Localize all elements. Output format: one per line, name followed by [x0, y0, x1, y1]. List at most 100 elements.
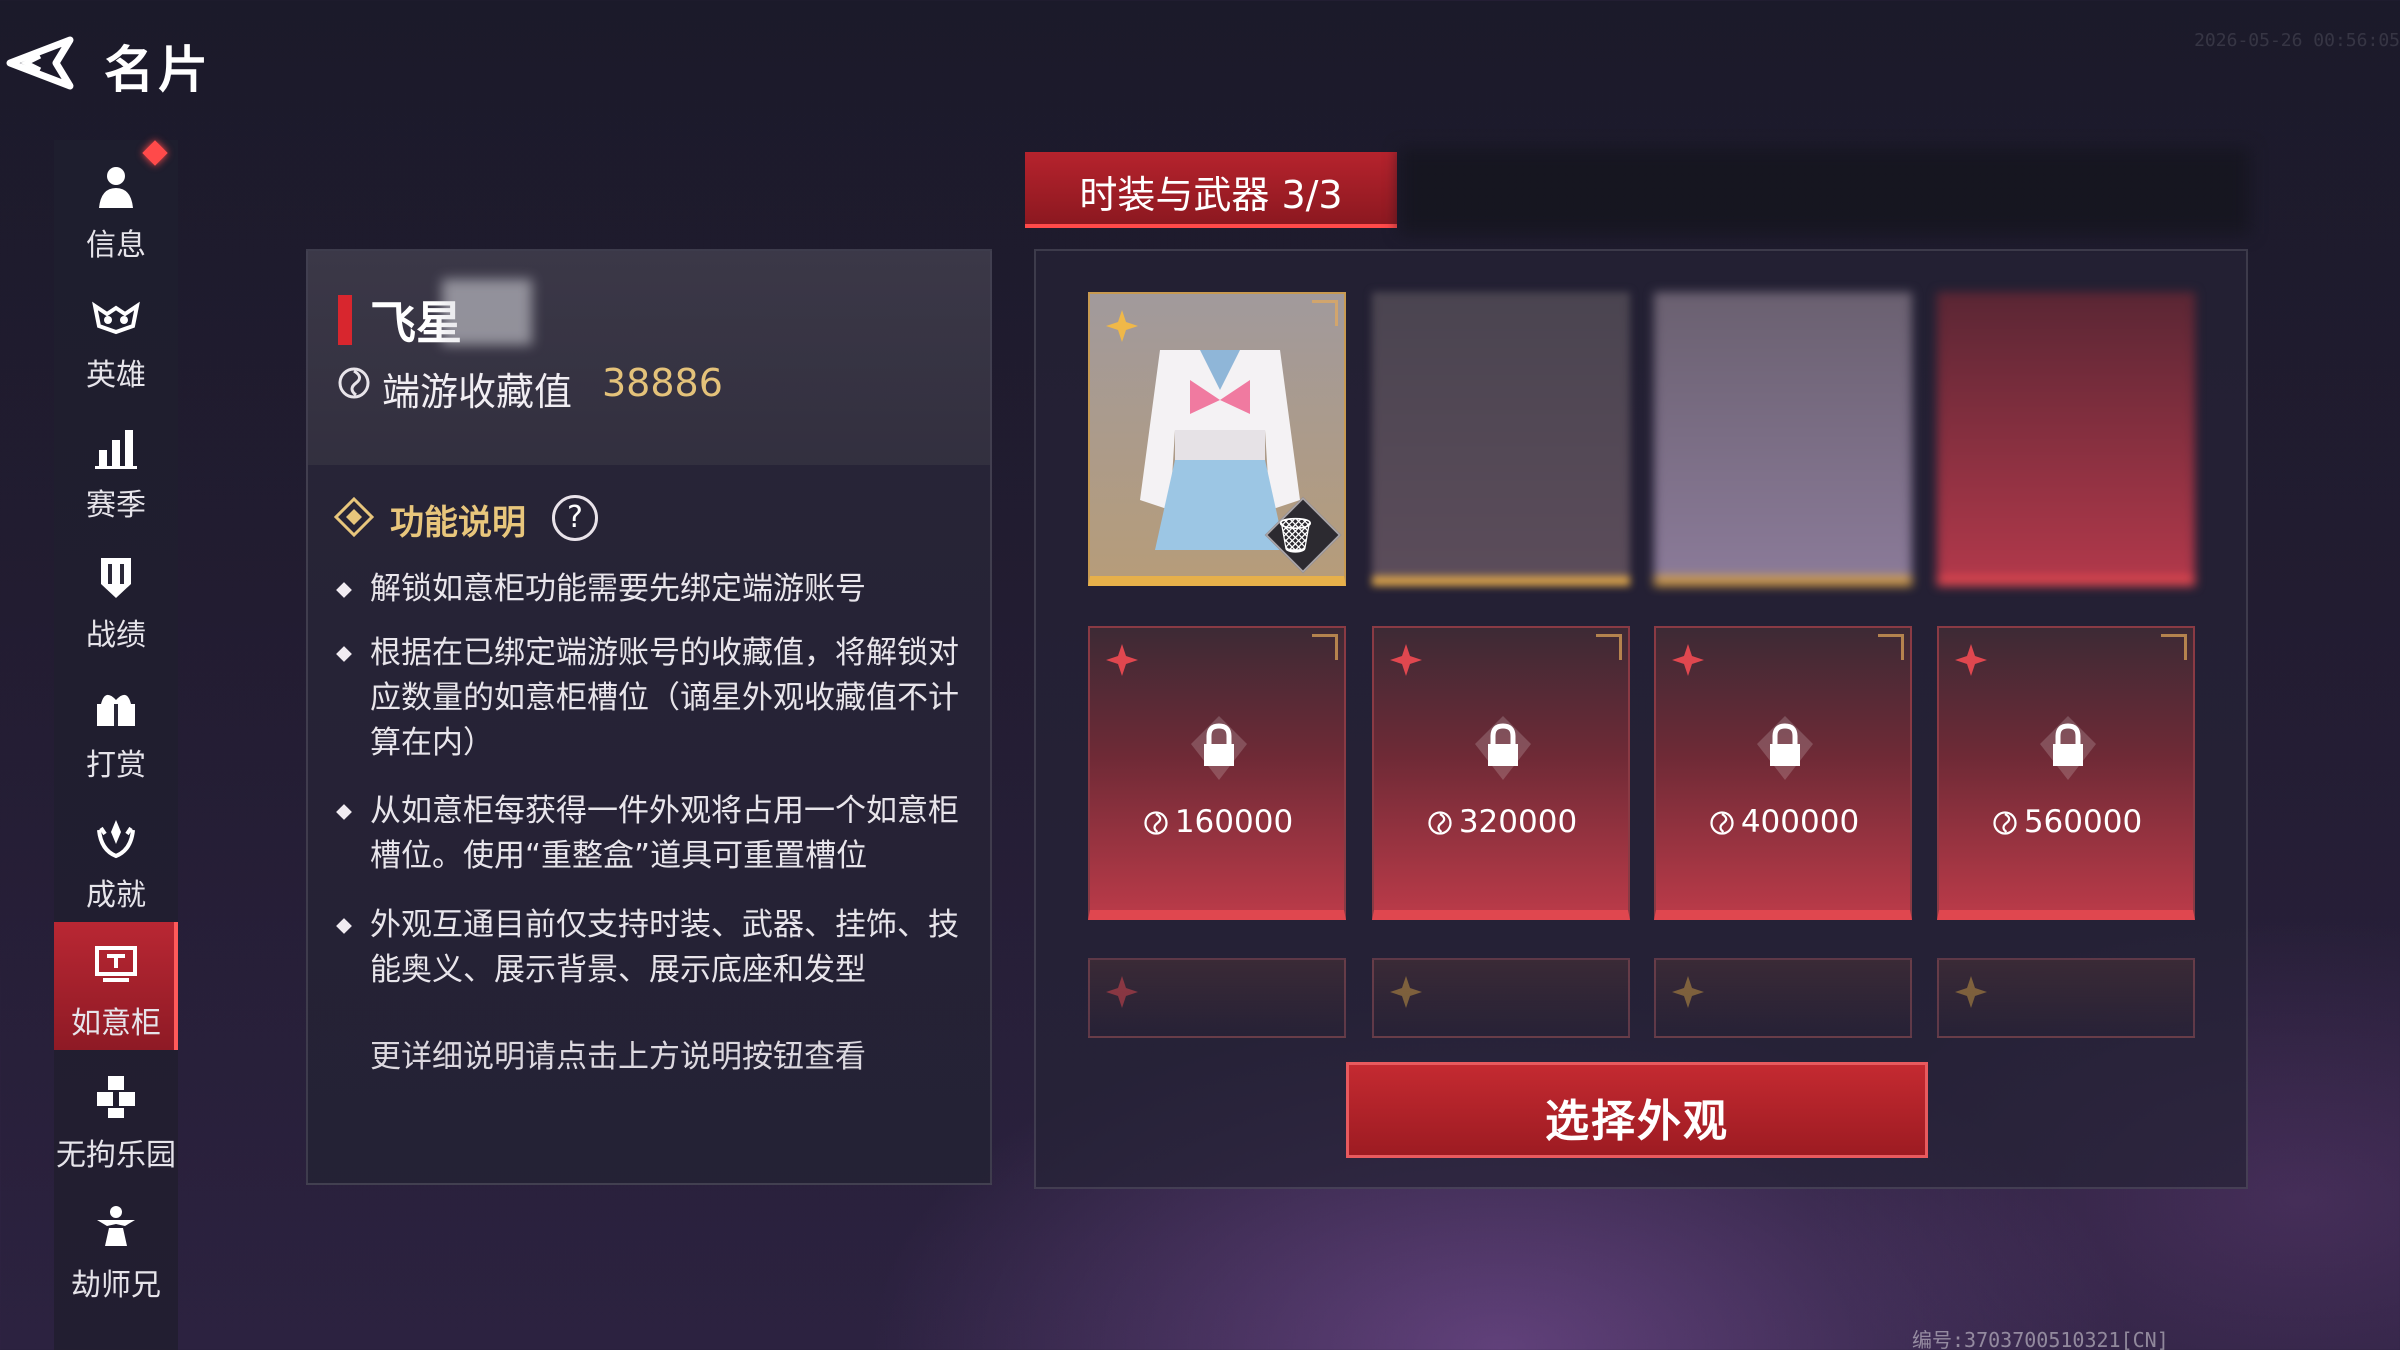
name-accent-bar [338, 295, 352, 345]
person-icon [99, 167, 133, 208]
profile-header: 飞星 端游收藏值 38886 [308, 251, 990, 465]
shield-icon [101, 558, 131, 598]
collection-label: 端游收藏值 [382, 370, 573, 414]
corner-ornament [1596, 634, 1622, 660]
mask-icon [92, 301, 140, 335]
select-appearance-label: 选择外观 [1545, 1096, 1729, 1147]
swirl-icon [1144, 811, 1168, 835]
red-flower-icon [1955, 644, 1987, 676]
collection-value: 38886 [602, 361, 723, 405]
tab-label: 时装与武器 3/3 [1079, 173, 1343, 217]
gold-flower-icon [1106, 310, 1138, 342]
cabinet-info-panel: 飞星 端游收藏值 38886 功能说明 ? 解锁如意柜功能需要先绑定端游账号 根… [306, 249, 992, 1185]
trash-icon: 🗑 [1273, 516, 1317, 556]
owned-outfit-slot[interactable]: 🗑 [1088, 292, 1346, 586]
name-redaction [442, 279, 532, 345]
detail-note: 更详细说明请点击上方说明按钮查看 [370, 1039, 866, 1075]
rule-text: 从如意柜每获得一件外观将占用一个如意柜槽位。使用“重整盒”道具可重置槽位 [370, 793, 959, 874]
blurred-slot[interactable] [1937, 292, 2195, 586]
figure-icon [97, 1206, 135, 1246]
sidebar-item-record[interactable]: 战绩 [54, 534, 178, 662]
sidebar-item-label: 如意柜 [71, 1006, 161, 1041]
select-appearance-button[interactable]: 选择外观 [1346, 1062, 1928, 1158]
timestamp: 2026-05-26 00:56:05 [2194, 30, 2400, 51]
bullet-icon [336, 646, 352, 662]
rule-text: 外观互通目前仅支持时装、武器、挂饰、技能奥义、展示背景、展示底座和发型 [370, 907, 959, 988]
cabinet-icon [95, 946, 137, 982]
faded-slot[interactable] [1654, 958, 1912, 1038]
back-button[interactable] [0, 28, 80, 98]
sidebar-item-label: 成就 [86, 878, 146, 913]
bullet-icon [336, 918, 352, 934]
price-value: 160000 [1174, 804, 1294, 840]
rule-text: 解锁如意柜功能需要先绑定端游账号 [370, 571, 866, 607]
function-title: 功能说明 [390, 503, 526, 543]
sidebar-item-reward[interactable]: 打赏 [54, 664, 178, 792]
locked-slot[interactable]: 560000 [1937, 626, 2195, 920]
blurred-slot[interactable] [1654, 292, 1912, 586]
unlock-price: 400000 [1656, 804, 1910, 840]
swirl-icon [338, 367, 370, 399]
sidebar-item-label: 劫师兄 [71, 1268, 161, 1303]
red-flower-icon [1390, 644, 1422, 676]
locked-slot[interactable]: 320000 [1372, 626, 1630, 920]
red-flower-icon [1672, 644, 1704, 676]
sidebar-item-label: 无拘乐园 [56, 1138, 176, 1173]
diamond-icon [334, 497, 374, 537]
sidebar-item-label: 战绩 [86, 618, 146, 653]
bullet-icon [336, 804, 352, 820]
tab-outfit-weapon[interactable]: 时装与武器 3/3 [1025, 152, 1397, 228]
red-flower-icon [1106, 976, 1138, 1008]
sidebar-item-label: 赛季 [86, 488, 146, 523]
sidebar-item-label: 信息 [86, 228, 146, 263]
serial-number: 编号:3703700510321[CN] [1912, 1328, 2169, 1350]
corner-ornament [1878, 634, 1904, 660]
lock-icon [1475, 716, 1531, 780]
gold-flower-icon [1955, 976, 1987, 1008]
locked-slot[interactable]: 400000 [1654, 626, 1912, 920]
red-flower-icon [1106, 644, 1138, 676]
sidebar-item-label: 打赏 [86, 748, 146, 783]
help-button[interactable]: ? [552, 495, 598, 541]
gift-icon [97, 694, 135, 726]
corner-ornament [1312, 300, 1338, 326]
swirl-icon [1428, 811, 1452, 835]
swirl-icon [1993, 811, 2017, 835]
corner-ornament [2161, 634, 2187, 660]
cubes-icon [97, 1076, 135, 1118]
back-arrow-icon [6, 36, 74, 90]
locked-slot[interactable]: 160000 [1088, 626, 1346, 920]
unlock-price: 320000 [1374, 804, 1628, 840]
sidebar-item-senior[interactable]: 劫师兄 [54, 1184, 178, 1312]
swirl-icon [1710, 811, 1734, 835]
gold-flower-icon [1672, 976, 1704, 1008]
price-value: 320000 [1458, 804, 1578, 840]
sidebar: 信息 英雄 赛季 战绩 打赏 成就 如意柜 无拘乐园 劫师兄 [54, 140, 178, 1350]
sidebar-item-cabinet[interactable]: 如意柜 [54, 922, 178, 1050]
bullet-icon [336, 582, 352, 598]
laurel-icon [97, 820, 135, 859]
sidebar-item-label: 英雄 [86, 358, 146, 393]
price-value: 400000 [1740, 804, 1860, 840]
blurred-slot[interactable] [1372, 292, 1630, 586]
sidebar-item-season[interactable]: 赛季 [54, 404, 178, 532]
faded-slot[interactable] [1372, 958, 1630, 1038]
unlock-price: 160000 [1090, 804, 1344, 840]
lock-icon [1191, 716, 1247, 780]
sidebar-item-info[interactable]: 信息 [54, 144, 178, 272]
rule-text: 根据在已绑定端游账号的收藏值，将解锁对应数量的如意柜槽位（谪星外观收藏值不计算在… [370, 635, 959, 761]
price-value: 560000 [2023, 804, 2143, 840]
faded-slot[interactable] [1088, 958, 1346, 1038]
corner-ornament [1312, 634, 1338, 660]
blurred-tabs [1400, 148, 2250, 234]
sidebar-item-hero[interactable]: 英雄 [54, 274, 178, 402]
sidebar-item-achievement[interactable]: 成就 [54, 794, 178, 922]
faded-slot[interactable] [1937, 958, 2195, 1038]
unlock-price: 560000 [1939, 804, 2193, 840]
gold-flower-icon [1390, 976, 1422, 1008]
bar-chart-icon [95, 430, 137, 469]
lock-icon [2040, 716, 2096, 780]
lock-icon [1757, 716, 1813, 780]
page-title: 名片 [104, 41, 212, 99]
sidebar-item-paradise[interactable]: 无拘乐园 [54, 1054, 178, 1182]
